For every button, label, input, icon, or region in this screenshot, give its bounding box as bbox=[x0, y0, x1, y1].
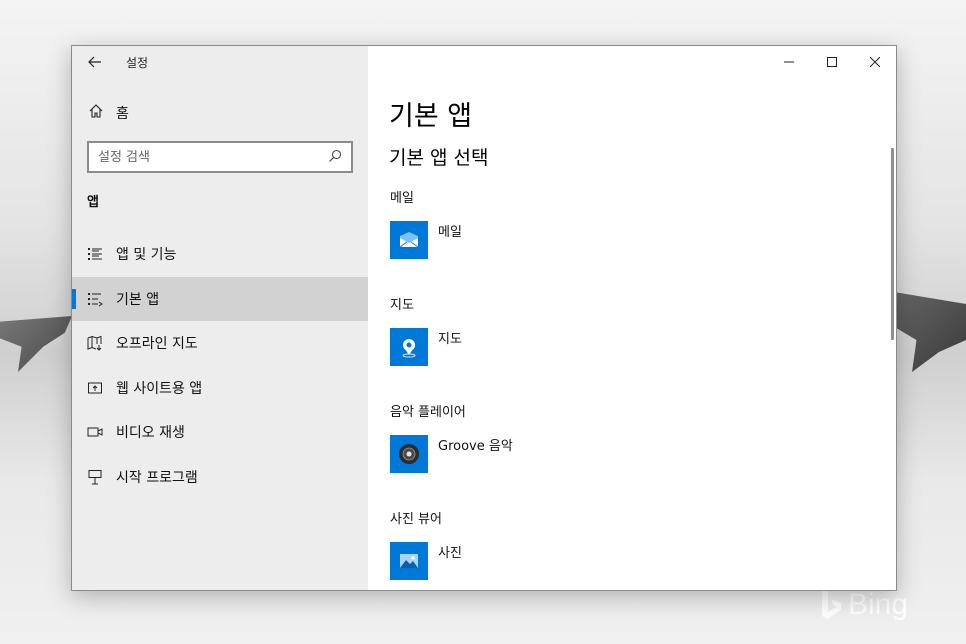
apps-for-websites-icon bbox=[87, 380, 103, 396]
sidebar-item-label: 앱 및 기능 bbox=[116, 247, 177, 264]
sidebar-item-offline-maps[interactable]: 오프라인 지도 bbox=[72, 321, 368, 366]
back-button[interactable] bbox=[86, 53, 104, 71]
back-arrow-icon bbox=[88, 56, 101, 68]
minimize-icon bbox=[783, 61, 794, 63]
category-label-photo-viewer: 사진 뷰어 bbox=[390, 512, 442, 527]
maps-icon bbox=[402, 339, 416, 358]
groove-music-icon bbox=[399, 444, 419, 464]
startup-icon bbox=[87, 469, 103, 485]
default-app-photos-button[interactable]: 사진 bbox=[390, 542, 462, 580]
sidebar-nav: 앱 및 기능 기본 앱 오프라인 지도 웹 사이트용 앱 비디오 재생 시작 프… bbox=[72, 232, 368, 499]
sidebar-item-label: 오프라인 지도 bbox=[116, 336, 198, 353]
search-input[interactable] bbox=[98, 149, 308, 165]
sidebar-item-apps-for-websites[interactable]: 웹 사이트용 앱 bbox=[72, 366, 368, 411]
video-playback-icon bbox=[87, 424, 103, 440]
default-apps-icon bbox=[87, 291, 103, 307]
app-name-mail: 메일 bbox=[438, 225, 462, 240]
content-pane: 기본 앱 기본 앱 선택 메일 메일 지도 지도 음악 플레이어 Groove … bbox=[368, 46, 896, 590]
apps-features-icon bbox=[87, 246, 103, 262]
app-name-photos: 사진 bbox=[438, 546, 462, 561]
sidebar: 설정 홈 앱 bbox=[72, 46, 368, 590]
sidebar-item-default-apps[interactable]: 기본 앱 bbox=[72, 276, 368, 321]
home-label: 홈 bbox=[116, 106, 129, 122]
groove-app-tile bbox=[390, 435, 428, 473]
maximize-button[interactable] bbox=[810, 46, 853, 78]
minimize-button[interactable] bbox=[767, 46, 810, 78]
maps-app-tile bbox=[390, 328, 428, 366]
category-label-music-player: 음악 플레이어 bbox=[390, 405, 466, 420]
app-name-maps: 지도 bbox=[438, 332, 462, 347]
close-button[interactable] bbox=[853, 46, 896, 78]
photos-icon bbox=[400, 554, 418, 568]
close-icon bbox=[869, 57, 880, 67]
search-box bbox=[87, 141, 353, 173]
bing-text: Bing bbox=[848, 588, 909, 621]
title-bar: 설정 bbox=[72, 46, 368, 78]
page-title: 기본 앱 bbox=[389, 101, 473, 132]
home-link[interactable]: 홈 bbox=[88, 103, 129, 123]
search-icon[interactable] bbox=[328, 148, 342, 167]
sidebar-item-label: 시작 프로그램 bbox=[116, 469, 198, 486]
bing-logo-icon bbox=[820, 588, 842, 622]
default-app-music-button[interactable]: Groove 음악 bbox=[390, 435, 513, 473]
section-title: 기본 앱 선택 bbox=[389, 147, 489, 169]
sidebar-item-label: 비디오 재생 bbox=[116, 425, 185, 442]
app-name-groove: Groove 음악 bbox=[438, 439, 513, 454]
settings-window: 설정 홈 앱 bbox=[71, 45, 897, 591]
photos-app-tile bbox=[390, 542, 428, 580]
default-app-mail-button[interactable]: 메일 bbox=[390, 221, 462, 259]
bing-watermark: Bing bbox=[820, 588, 908, 622]
section-heading-apps: 앱 bbox=[87, 195, 99, 210]
sidebar-item-label: 기본 앱 bbox=[116, 291, 160, 308]
sidebar-item-startup[interactable]: 시작 프로그램 bbox=[72, 455, 368, 500]
window-title: 설정 bbox=[126, 55, 149, 70]
offline-maps-icon bbox=[87, 335, 103, 351]
sidebar-item-video-playback[interactable]: 비디오 재생 bbox=[72, 410, 368, 455]
mail-icon bbox=[399, 232, 419, 248]
sidebar-item-apps-features[interactable]: 앱 및 기능 bbox=[72, 232, 368, 277]
mail-app-tile bbox=[390, 221, 428, 259]
scrollbar[interactable] bbox=[891, 148, 894, 340]
sidebar-item-label: 웹 사이트용 앱 bbox=[116, 380, 203, 397]
default-app-maps-button[interactable]: 지도 bbox=[390, 328, 462, 366]
window-controls bbox=[767, 46, 896, 78]
category-label-maps: 지도 bbox=[390, 298, 414, 313]
wallpaper-whale-left bbox=[0, 316, 72, 372]
maximize-icon bbox=[826, 57, 837, 67]
category-label-mail: 메일 bbox=[390, 191, 414, 206]
home-icon bbox=[88, 103, 104, 123]
